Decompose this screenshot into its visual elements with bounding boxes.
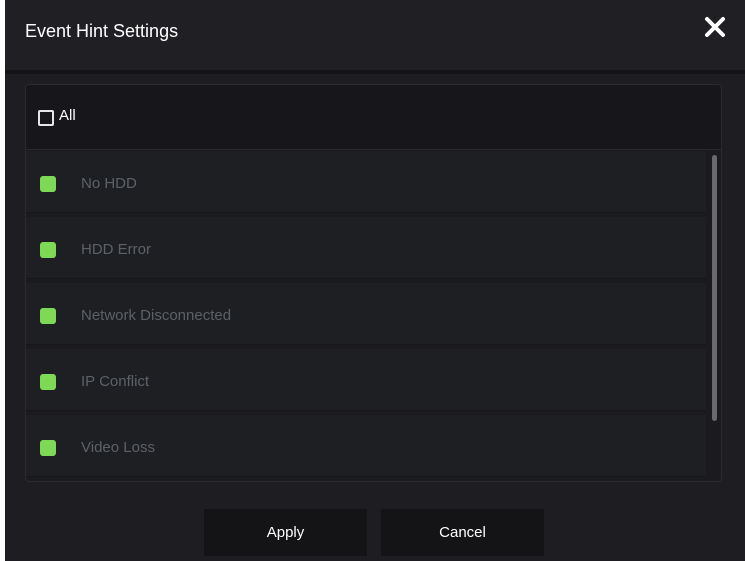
event-label: Video Loss [81,439,155,456]
event-row-video-loss[interactable]: Video Loss [26,415,706,477]
apply-button[interactable]: Apply [204,509,367,556]
event-row-hdd-error[interactable]: HDD Error [26,217,706,279]
title-bar: Event Hint Settings [5,0,745,70]
event-list: All No HDD HDD Error Network Disconnecte… [25,84,722,482]
event-row-no-hdd[interactable]: No HDD [26,151,706,213]
event-hint-settings-dialog: Event Hint Settings All No HDD HDD Error… [5,0,745,561]
select-all-row[interactable]: All [26,85,721,150]
event-row-ip-conflict[interactable]: IP Conflict [26,349,706,411]
scrollbar[interactable] [712,155,717,421]
event-label: No HDD [81,175,137,192]
select-all-checkbox[interactable] [38,110,54,126]
title-divider [5,70,745,74]
cancel-button[interactable]: Cancel [381,509,544,556]
event-label: HDD Error [81,241,151,258]
event-row-network-disconnected[interactable]: Network Disconnected [26,283,706,345]
dialog-title: Event Hint Settings [25,21,179,41]
close-icon[interactable] [700,12,730,42]
checkbox-checked-icon[interactable] [40,242,56,258]
checkbox-checked-icon[interactable] [40,176,56,192]
event-label: Network Disconnected [81,307,232,324]
event-label: IP Conflict [81,373,150,390]
select-all-label: All [59,107,76,124]
checkbox-checked-icon[interactable] [40,374,56,390]
event-rows: No HDD HDD Error Network Disconnected IP… [26,151,706,481]
checkbox-checked-icon[interactable] [40,440,56,456]
checkbox-checked-icon[interactable] [40,308,56,324]
